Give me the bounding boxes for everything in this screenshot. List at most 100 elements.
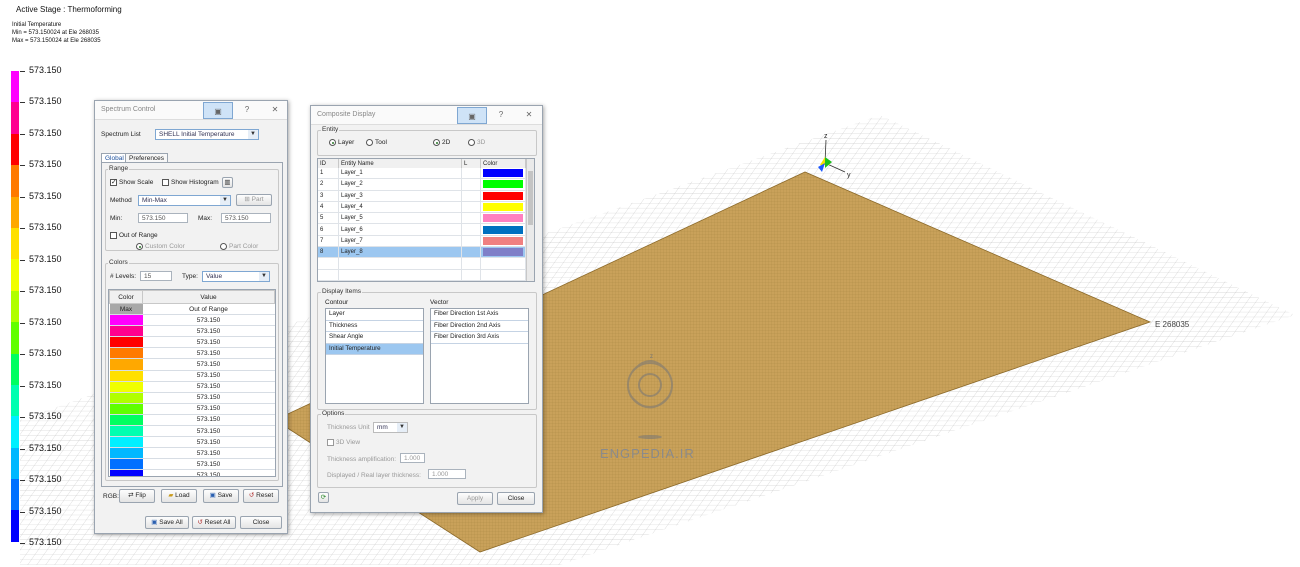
spectrum-value-cell[interactable]: 573.150 xyxy=(142,425,275,438)
layer-l-cell[interactable] xyxy=(461,235,481,248)
thickness-unit-select[interactable]: mm ▼ xyxy=(373,422,408,433)
histogram-icon[interactable]: ▥ xyxy=(222,177,233,188)
spectrum-row[interactable]: 573.150 xyxy=(109,469,275,476)
layer-row[interactable]: 3 Layer_3 xyxy=(318,190,526,202)
close-icon[interactable]: ✕ xyxy=(263,101,287,119)
close-icon[interactable]: ✕ xyxy=(517,106,541,124)
pin-icon[interactable]: ▣ xyxy=(457,107,487,124)
layer-row[interactable]: 4 Layer_4 xyxy=(318,201,526,214)
entity-tool-radio[interactable]: Tool xyxy=(366,139,387,146)
spectrum-color-swatch[interactable] xyxy=(109,392,143,404)
layer-color-cell[interactable] xyxy=(480,168,526,180)
spectrum-value-cell[interactable]: 573.150 xyxy=(142,392,275,404)
spectrum-color-swatch[interactable] xyxy=(109,358,143,371)
method-select[interactable]: Min-Max ▼ xyxy=(138,195,231,206)
help-button[interactable]: ? xyxy=(235,101,259,119)
spectrum-color-swatch[interactable] xyxy=(109,314,143,327)
spectrum-value-cell[interactable]: 573.150 xyxy=(142,458,275,471)
layer-l-cell[interactable] xyxy=(461,168,481,180)
layer-color-cell[interactable] xyxy=(480,201,526,214)
apply-button[interactable]: Apply xyxy=(457,492,493,505)
layer-name-cell[interactable]: Layer_6 xyxy=(338,223,462,236)
spectrum-color-swatch[interactable] xyxy=(109,403,143,415)
contour-list-item[interactable]: Thickness xyxy=(326,321,423,332)
spectrum-color-swatch[interactable] xyxy=(109,325,143,338)
vector-list-item[interactable]: Fiber Direction 1st Axis xyxy=(431,309,528,321)
spectrum-value-cell[interactable]: 573.150 xyxy=(142,370,275,382)
show-scale-checkbox[interactable]: ✓ Show Scale xyxy=(110,179,153,186)
spectrum-value-cell[interactable]: 573.150 xyxy=(142,358,275,371)
spectrum-value-cell[interactable]: 573.150 xyxy=(142,381,275,393)
vector-list-item[interactable]: Fiber Direction 2nd Axis xyxy=(431,321,528,332)
close-button[interactable]: Close xyxy=(497,492,535,505)
spectrum-value-cell[interactable]: 573.150 xyxy=(142,469,275,476)
scrollbar-thumb[interactable] xyxy=(528,171,533,225)
layer-table-scrollbar[interactable] xyxy=(526,159,534,281)
show-histogram-checkbox[interactable]: Show Histogram xyxy=(162,179,219,186)
spectrum-color-swatch[interactable] xyxy=(109,425,143,438)
spectrum-row[interactable]: 573.150 xyxy=(109,381,275,393)
spectrum-color-swatch[interactable] xyxy=(109,370,143,382)
spectrum-row[interactable]: 573.150 xyxy=(109,347,275,360)
spectrum-color-swatch[interactable] xyxy=(109,336,143,349)
spectrum-value-cell[interactable]: 573.150 xyxy=(142,403,275,415)
layer-name-cell[interactable]: Layer_5 xyxy=(338,212,462,225)
spectrum-row[interactable]: 573.150 xyxy=(109,314,275,327)
spectrum-color-swatch[interactable] xyxy=(109,458,143,471)
layer-row[interactable]: 8 Layer_8 xyxy=(318,246,526,259)
entity-layer-radio[interactable]: Layer xyxy=(329,139,354,146)
layer-row[interactable]: 5 Layer_5 xyxy=(318,212,526,225)
pin-icon[interactable]: ▣ xyxy=(203,102,233,119)
spectrum-value-cell[interactable]: 573.150 xyxy=(142,325,275,338)
spectrum-value-cell[interactable]: 573.150 xyxy=(142,347,275,360)
spectrum-color-swatch[interactable] xyxy=(109,436,143,449)
layer-color-cell[interactable] xyxy=(480,246,526,259)
close-button[interactable]: Close xyxy=(240,516,282,529)
layer-name-cell[interactable]: Layer_4 xyxy=(338,201,462,214)
spectrum-row[interactable]: 573.150 xyxy=(109,436,275,449)
layer-row[interactable]: 2 Layer_2 xyxy=(318,178,526,191)
layer-name-cell[interactable]: Layer_8 xyxy=(338,246,462,259)
vector-list-item[interactable]: Fiber Direction 3rd Axis xyxy=(431,332,528,344)
spectrum-row[interactable]: 573.150 xyxy=(109,370,275,382)
spectrum-color-swatch[interactable] xyxy=(109,469,143,476)
reset-all-button[interactable]: ↺ Reset All xyxy=(192,516,236,529)
layer-l-cell[interactable] xyxy=(461,201,481,214)
spectrum-control-titlebar[interactable]: Spectrum Control ▣ ? ✕ xyxy=(95,101,287,120)
layer-row[interactable]: 1 Layer_1 xyxy=(318,168,526,180)
layer-l-cell[interactable] xyxy=(461,246,481,259)
spectrum-color-swatch[interactable] xyxy=(109,381,143,393)
spectrum-color-swatch[interactable] xyxy=(109,347,143,360)
layer-color-cell[interactable] xyxy=(480,178,526,191)
save-all-button[interactable]: ▣ Save All xyxy=(145,516,189,529)
spectrum-row[interactable]: 573.150 xyxy=(109,447,275,460)
layer-name-cell[interactable]: Layer_3 xyxy=(338,190,462,202)
spectrum-row[interactable]: 573.150 xyxy=(109,425,275,438)
layer-color-cell[interactable] xyxy=(480,212,526,225)
load-button[interactable]: ▰ Load xyxy=(161,489,197,503)
spectrum-row[interactable]: 573.150 xyxy=(109,358,275,371)
spectrum-row[interactable]: 573.150 xyxy=(109,336,275,349)
max-field[interactable]: 573.150 xyxy=(221,213,271,223)
spectrum-value-cell[interactable]: 573.150 xyxy=(142,436,275,449)
save-button[interactable]: ▣ Save xyxy=(203,489,239,503)
layer-color-cell[interactable] xyxy=(480,223,526,236)
spectrum-color-swatch[interactable]: Max xyxy=(109,303,143,316)
layer-l-cell[interactable] xyxy=(461,190,481,202)
layer-name-cell[interactable]: Layer_7 xyxy=(338,235,462,248)
spectrum-row[interactable]: 573.150 xyxy=(109,414,275,427)
spectrum-list-select[interactable]: SHELL Initial Temperature ▼ xyxy=(155,129,259,140)
layer-l-cell[interactable] xyxy=(461,223,481,236)
layer-color-cell[interactable] xyxy=(480,235,526,248)
spectrum-row[interactable]: 573.150 xyxy=(109,458,275,471)
spectrum-value-cell[interactable]: Out of Range xyxy=(142,303,275,316)
min-field[interactable]: 573.150 xyxy=(138,213,188,223)
contour-list-item[interactable]: Shear Angle xyxy=(326,332,423,344)
spectrum-row[interactable]: 573.150 xyxy=(109,325,275,338)
part-button[interactable]: ⊞ Part xyxy=(236,194,272,206)
thickness-amp-field[interactable]: 1.000 xyxy=(400,453,425,463)
layer-name-cell[interactable]: Layer_2 xyxy=(338,178,462,191)
spectrum-row[interactable]: 573.150 xyxy=(109,403,275,415)
view-2d-radio[interactable]: 2D xyxy=(433,139,450,146)
type-select[interactable]: Value ▼ xyxy=(202,271,270,282)
